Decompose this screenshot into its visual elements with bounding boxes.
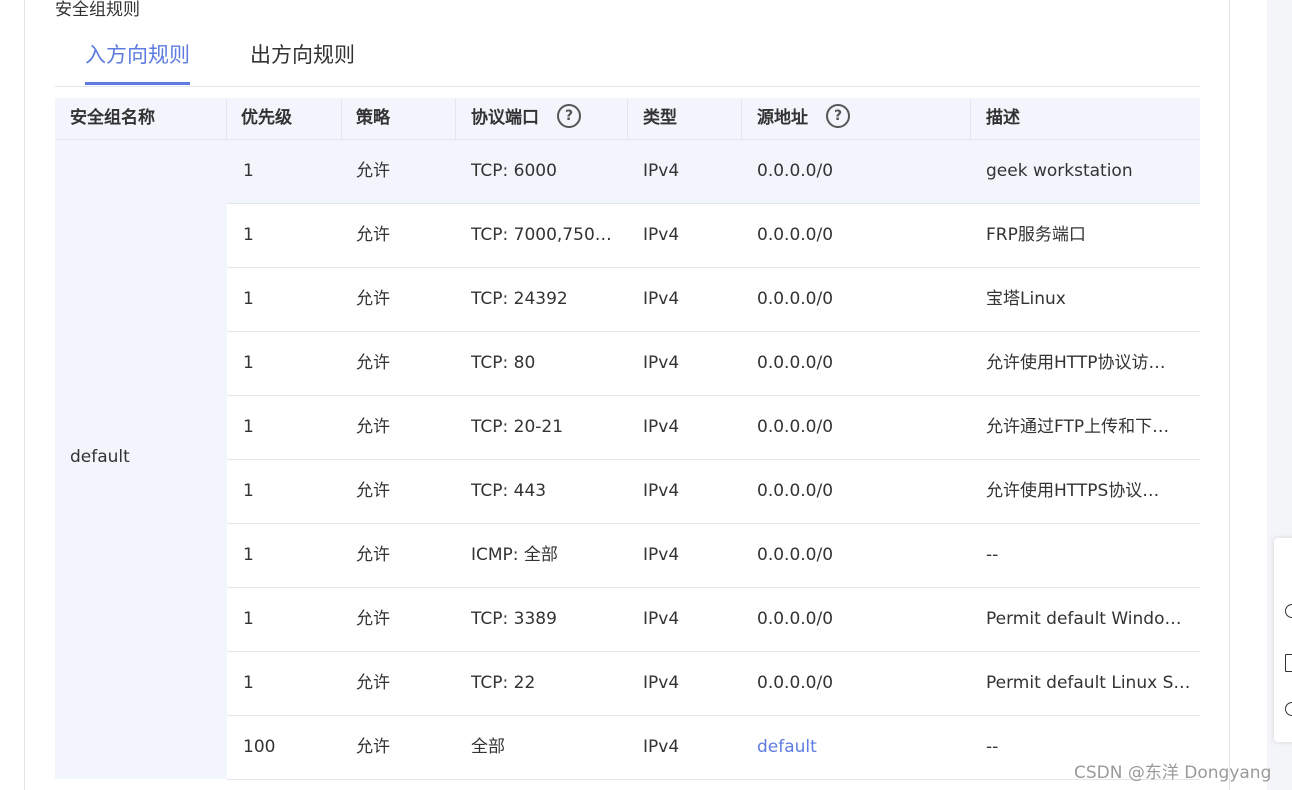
column-header-group-name: 安全组名称: [70, 108, 155, 128]
cell-type: IPv4: [643, 673, 680, 693]
table-row: 1 允许 TCP: 80 IPv4 0.0.0.0/0 允许使用HTTP协议访…: [227, 332, 1200, 396]
table-header: 安全组名称 优先级 策略 协议端口? 类型 源地址? 描述: [55, 98, 1200, 140]
cell-source: 0.0.0.0/0: [757, 545, 834, 565]
floating-toolbar: [1274, 538, 1292, 742]
panel-right-border: [1229, 0, 1230, 790]
cell-priority: 1: [243, 545, 254, 565]
cell-description: Permit default Window…: [986, 609, 1191, 629]
cell-source: 0.0.0.0/0: [757, 609, 834, 629]
cell-source: 0.0.0.0/0: [757, 353, 834, 373]
cell-policy: 允许: [356, 225, 390, 245]
cell-source: 0.0.0.0/0: [757, 673, 834, 693]
cell-priority: 1: [243, 481, 254, 501]
cell-source: 0.0.0.0/0: [757, 161, 834, 181]
column-header-protocol-port: 协议端口?: [456, 98, 627, 139]
cell-policy: 允许: [356, 417, 390, 437]
cell-type: IPv4: [643, 161, 680, 181]
cell-type: IPv4: [643, 609, 680, 629]
section-title: 安全组规则: [55, 0, 140, 20]
watermark: CSDN @东洋 Dongyang: [1074, 763, 1272, 783]
cell-source: 0.0.0.0/0: [757, 225, 834, 245]
cell-protocol-port: TCP: 20-21: [471, 417, 564, 437]
question-circle-icon[interactable]: ?: [557, 104, 581, 128]
table-row: 100 允许 全部 IPv4 default --: [227, 716, 1200, 780]
cell-protocol-port: TCP: 24392: [471, 289, 568, 309]
cell-protocol-port: TCP: 6000: [471, 161, 557, 181]
security-group-name: default: [70, 447, 130, 467]
cell-priority: 1: [243, 289, 254, 309]
column-header-policy: 策略: [356, 108, 390, 128]
cell-protocol-port: TCP: 80: [471, 353, 536, 373]
rule-direction-tabs: 入方向规则 出方向规则: [55, 40, 1200, 87]
cell-source[interactable]: default: [757, 716, 972, 779]
cell-type: IPv4: [643, 737, 680, 757]
cell-description: 允许使用HTTPS协议…: [986, 481, 1160, 501]
help-icon[interactable]: [1285, 702, 1292, 716]
chat-icon[interactable]: [1285, 604, 1292, 618]
cell-priority: 1: [243, 673, 254, 693]
tab-inbound-rules[interactable]: 入方向规则: [85, 40, 190, 86]
cell-policy: 允许: [356, 481, 390, 501]
cell-priority: 1: [243, 417, 254, 437]
cell-priority: 1: [243, 353, 254, 373]
cell-source: 0.0.0.0/0: [757, 289, 834, 309]
cell-source: 0.0.0.0/0: [757, 481, 834, 501]
cell-description: 允许通过FTP上传和下…: [986, 417, 1170, 437]
cell-type: IPv4: [643, 417, 680, 437]
cell-protocol-port: ICMP: 全部: [471, 545, 558, 565]
table-row: 1 允许 TCP: 443 IPv4 0.0.0.0/0 允许使用HTTPS协议…: [227, 460, 1200, 524]
cell-policy: 允许: [356, 545, 390, 565]
table-row: 1 允许 TCP: 3389 IPv4 0.0.0.0/0 Permit default …: [227, 588, 1200, 652]
cell-description: 宝塔Linux: [986, 289, 1066, 309]
tab-outbound-rules[interactable]: 出方向规则: [250, 40, 355, 86]
cell-policy: 允许: [356, 673, 390, 693]
security-group-cell: default: [55, 140, 227, 779]
table-row: 1 允许 TCP: 7000,750… IPv4 0.0.0.0/0 FRP服务端口: [227, 204, 1200, 268]
cell-protocol-port: TCP: 7000,750…: [471, 225, 612, 245]
cell-policy: 允许: [356, 737, 390, 757]
cell-protocol-port: 全部: [471, 737, 505, 757]
cell-type: IPv4: [643, 225, 680, 245]
column-header-priority: 优先级: [241, 108, 292, 128]
column-header-source: 源地址?: [742, 98, 971, 139]
table-row: 1 允许 TCP: 6000 IPv4 0.0.0.0/0 geek workstatio…: [227, 140, 1200, 204]
document-icon[interactable]: [1285, 654, 1292, 672]
cell-description: FRP服务端口: [986, 225, 1086, 245]
cell-protocol-port: TCP: 3389: [471, 609, 557, 629]
cell-description: geek workstation: [986, 161, 1133, 181]
cell-priority: 1: [243, 609, 254, 629]
table-row: 1 允许 TCP: 24392 IPv4 0.0.0.0/0 宝塔Linux: [227, 268, 1200, 332]
cell-type: IPv4: [643, 353, 680, 373]
cell-type: IPv4: [643, 481, 680, 501]
question-circle-icon[interactable]: ?: [826, 104, 850, 128]
cell-source: 0.0.0.0/0: [757, 417, 834, 437]
cell-description: 允许使用HTTP协议访…: [986, 353, 1166, 373]
table-row: 1 允许 TCP: 22 IPv4 0.0.0.0/0 Permit default Li…: [227, 652, 1200, 716]
column-header-description: 描述: [986, 108, 1020, 128]
cell-priority: 1: [243, 225, 254, 245]
cell-priority: 100: [243, 737, 276, 757]
cell-policy: 允许: [356, 289, 390, 309]
cell-priority: 1: [243, 161, 254, 181]
cell-protocol-port: TCP: 443: [471, 481, 547, 501]
cell-type: IPv4: [643, 545, 680, 565]
cell-type: IPv4: [643, 289, 680, 309]
panel-left-border: [24, 0, 25, 790]
table-row: 1 允许 TCP: 20-21 IPv4 0.0.0.0/0 允许通过FTP上传和下…: [227, 396, 1200, 460]
cell-description: Permit default Linux S…: [986, 673, 1191, 693]
column-header-type: 类型: [643, 108, 677, 128]
cell-policy: 允许: [356, 161, 390, 181]
page-margin: [0, 0, 24, 790]
cell-policy: 允许: [356, 609, 390, 629]
cell-protocol-port: TCP: 22: [471, 673, 536, 693]
cell-policy: 允许: [356, 353, 390, 373]
table-row: 1 允许 ICMP: 全部 IPv4 0.0.0.0/0 --: [227, 524, 1200, 588]
cell-description: --: [986, 545, 999, 565]
